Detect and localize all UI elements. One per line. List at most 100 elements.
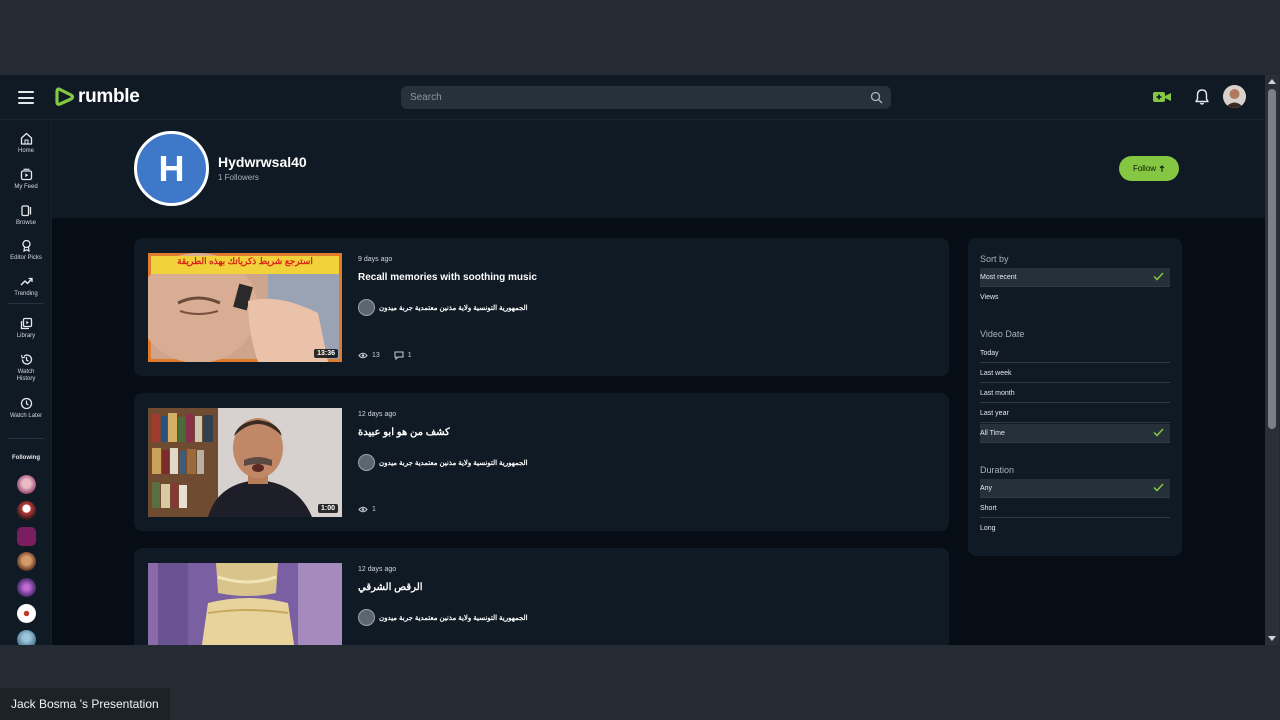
sidebar-item-home[interactable]: Home xyxy=(0,132,52,155)
follow-button[interactable]: Follow xyxy=(1119,156,1179,181)
rumble-window: rumble Search Home My Feed Browse Editor… xyxy=(0,75,1265,645)
followed-channel-avatar[interactable] xyxy=(17,552,36,571)
channel-avatar-small xyxy=(358,454,375,471)
video-time-ago: 12 days ago xyxy=(358,411,397,418)
clock-icon xyxy=(20,397,32,410)
scroll-thumb[interactable] xyxy=(1268,89,1276,429)
video-channel[interactable]: الجمهورية التونسية ولاية مذنين معتمدية ج… xyxy=(358,299,528,316)
video-card[interactable]: 1:00 12 days ago كشف من هو ابو عبيدة الج… xyxy=(134,393,949,531)
option-label: Most recent xyxy=(980,274,1017,281)
option-label: All Time xyxy=(980,430,1005,437)
sidebar-label-watch-history: Watch History xyxy=(16,369,36,382)
search-icon[interactable] xyxy=(870,91,883,104)
upload-video-icon[interactable] xyxy=(1152,89,1172,105)
check-icon xyxy=(1153,483,1164,492)
date-option-last-month[interactable]: Last month xyxy=(980,384,1170,403)
channel-name[interactable]: Hydwrwsal40 xyxy=(218,154,307,170)
channel-avatar: H xyxy=(134,131,209,206)
followed-channel-avatar[interactable] xyxy=(17,527,36,546)
date-option-last-week[interactable]: Last week xyxy=(980,364,1170,383)
video-stats: 13 1 xyxy=(358,351,426,360)
followed-channel-avatar[interactable] xyxy=(17,578,36,597)
option-label: Last year xyxy=(980,410,1009,417)
view-count: 1 xyxy=(372,506,376,513)
duration-heading: Duration xyxy=(980,465,1015,475)
brand-name: rumble xyxy=(78,86,140,107)
duration-option-long[interactable]: Long xyxy=(980,519,1170,538)
sidebar-divider xyxy=(8,438,44,439)
sidebar-item-library[interactable]: Library xyxy=(0,317,52,340)
followed-channel-avatar[interactable] xyxy=(17,604,36,623)
video-channel[interactable]: الجمهورية التونسية ولاية مذنين معتمدية ج… xyxy=(358,454,528,471)
page-scrollbar[interactable] xyxy=(1265,75,1279,645)
thumbnail-image xyxy=(148,563,342,645)
sidebar-label-library: Library xyxy=(16,333,36,339)
library-icon xyxy=(20,317,32,330)
menu-icon[interactable] xyxy=(18,91,34,104)
sidebar-divider xyxy=(8,303,44,304)
sort-option-most-recent[interactable]: Most recent xyxy=(980,268,1170,287)
scroll-up-arrow[interactable] xyxy=(1268,79,1276,84)
trending-icon xyxy=(20,277,33,286)
video-card[interactable]: استرجع شريط ذكرياتك بهذه الطريقة 13:36 9… xyxy=(134,238,949,376)
home-icon xyxy=(20,132,32,145)
video-stats: 1 xyxy=(358,506,390,513)
option-label: Views xyxy=(980,294,999,301)
bell-icon[interactable] xyxy=(1194,88,1210,106)
sidebar-item-browse[interactable]: Browse xyxy=(0,204,52,227)
date-option-last-year[interactable]: Last year xyxy=(980,404,1170,423)
video-thumbnail[interactable]: استرجع شريط ذكرياتك بهذه الطريقة 13:36 xyxy=(148,253,342,362)
channel-header: H Hydwrwsal40 1 Followers Follow xyxy=(52,120,1265,218)
video-channel[interactable]: الجمهورية التونسية ولاية مذنين معتمدية ج… xyxy=(358,609,528,626)
thumbnail-image xyxy=(148,253,342,362)
sort-option-views[interactable]: Views xyxy=(980,288,1170,307)
filter-panel: Sort by Most recent Views Video Date Tod… xyxy=(968,238,1182,556)
video-thumbnail[interactable] xyxy=(148,563,342,645)
sidebar-label-editor-picks: Editor Picks xyxy=(10,255,42,261)
followed-channel-avatar[interactable] xyxy=(17,501,36,520)
follow-label: Follow xyxy=(1132,164,1157,173)
views-icon xyxy=(358,506,368,513)
search-input[interactable] xyxy=(401,86,861,109)
comment-count: 1 xyxy=(407,352,412,359)
sidebar-item-watch-later[interactable]: Watch Later xyxy=(0,397,52,420)
award-icon xyxy=(21,239,31,252)
duration-option-short[interactable]: Short xyxy=(980,499,1170,518)
video-title[interactable]: Recall memories with soothing music xyxy=(358,272,537,283)
sidebar-label-my-feed: My Feed xyxy=(14,184,38,190)
video-date-heading: Video Date xyxy=(980,329,1025,339)
followed-channel-avatar[interactable] xyxy=(17,630,36,645)
video-title[interactable]: الرقص الشرقي xyxy=(358,582,423,593)
scroll-down-arrow[interactable] xyxy=(1268,636,1276,641)
video-time-ago: 9 days ago xyxy=(358,256,393,263)
followed-channel-avatar[interactable] xyxy=(17,475,36,494)
date-option-all-time[interactable]: All Time xyxy=(980,424,1170,443)
user-avatar[interactable] xyxy=(1223,85,1246,108)
thumbnail-image xyxy=(148,408,342,517)
feed-icon xyxy=(20,168,32,181)
channel-avatar-small xyxy=(358,609,375,626)
option-label: Last week xyxy=(980,370,1012,377)
view-count: 13 xyxy=(372,352,380,359)
rumble-logo[interactable]: rumble xyxy=(55,86,140,108)
sidebar-label-watch-later: Watch Later xyxy=(9,413,43,419)
video-thumbnail[interactable]: 1:00 xyxy=(148,408,342,517)
rumble-play-icon xyxy=(55,87,75,106)
presentation-label: Jack Bosma 's Presentation xyxy=(0,688,170,720)
video-channel-name: الجمهورية التونسية ولاية مذنين معتمدية ج… xyxy=(379,614,528,622)
duration-option-any[interactable]: Any xyxy=(980,479,1170,498)
sidebar-label-browse: Browse xyxy=(15,220,36,226)
sidebar-item-watch-history[interactable]: Watch History xyxy=(0,353,52,383)
sidebar-item-my-feed[interactable]: My Feed xyxy=(0,168,52,191)
video-duration: 1:00 xyxy=(317,504,338,513)
sidebar-item-editor-picks[interactable]: Editor Picks xyxy=(0,239,52,262)
sidebar-item-trending[interactable]: Trending xyxy=(0,275,52,298)
browse-icon xyxy=(20,205,31,217)
video-card[interactable]: 12 days ago الرقص الشرقي الجمهورية التون… xyxy=(134,548,949,645)
comment-icon xyxy=(394,351,404,360)
search-bar xyxy=(401,86,891,109)
video-title[interactable]: كشف من هو ابو عبيدة xyxy=(358,427,450,438)
views-icon xyxy=(358,352,368,359)
date-option-today[interactable]: Today xyxy=(980,344,1170,363)
option-label: Last month xyxy=(980,390,1015,397)
